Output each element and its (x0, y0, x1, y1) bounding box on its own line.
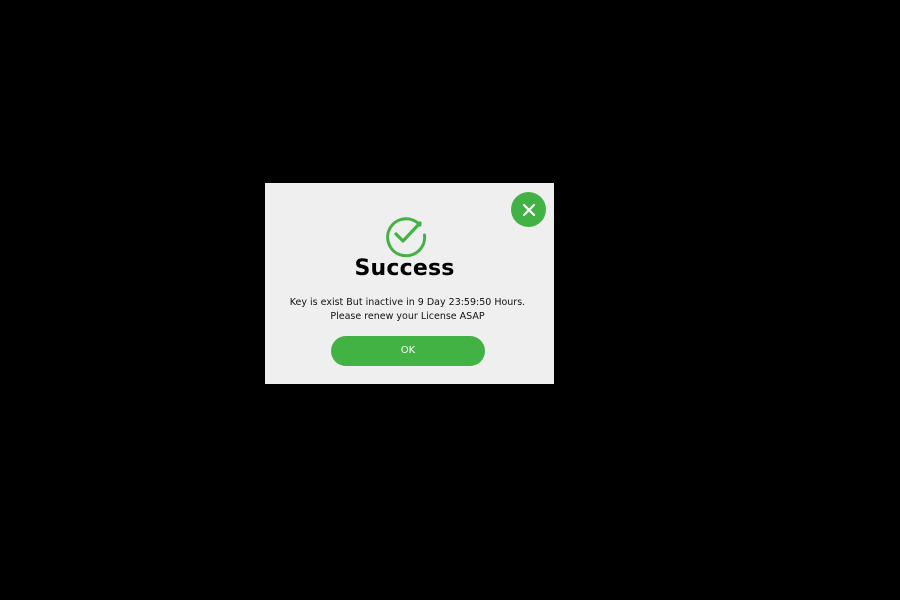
message-line-1: Key is exist But inactive in 9 Day 23:59… (289, 297, 526, 308)
ok-button[interactable]: OK (331, 336, 485, 366)
close-icon (522, 203, 535, 216)
check-circle-icon (386, 217, 427, 257)
message-line-2: Please renew your License ASAP (330, 311, 485, 322)
close-button[interactable] (511, 192, 546, 227)
dialog-message: Key is exist But inactive in 9 Day 23:59… (265, 296, 550, 324)
dialog-title: Success (354, 256, 455, 281)
success-dialog: Success Key is exist But inactive in 9 D… (265, 183, 554, 384)
screen-background: Success Key is exist But inactive in 9 D… (0, 0, 900, 600)
